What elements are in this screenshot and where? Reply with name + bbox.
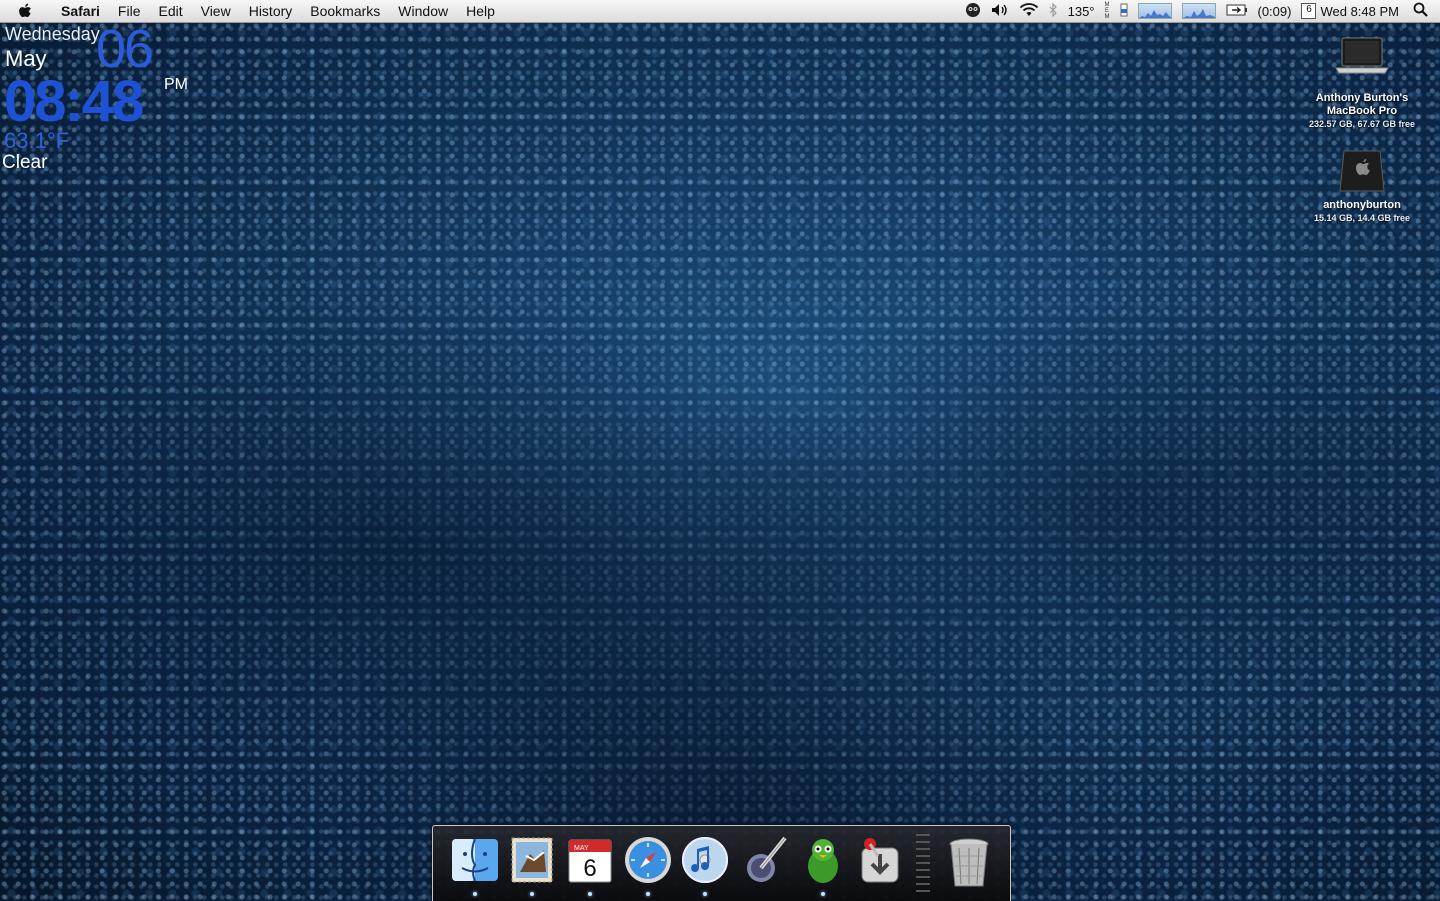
menu-window[interactable]: Window [389, 0, 457, 22]
widget-ampm: PM [164, 76, 188, 93]
dock-item-script-editor[interactable] [739, 834, 791, 890]
dock-item-adium[interactable] [797, 834, 849, 896]
ical-month: MAY [574, 845, 589, 852]
dock-item-safari[interactable] [622, 834, 674, 896]
desktop-icon-disk-info: 232.57 GB, 67.67 GB free [1308, 119, 1416, 129]
owl-icon[interactable] [965, 2, 981, 21]
dock: MAY 6 [432, 825, 1011, 901]
temperature-reading[interactable]: 135° [1068, 4, 1095, 19]
widget-temperature: 63.1°F [4, 128, 70, 153]
running-indicator [473, 892, 477, 896]
itunes-icon [682, 837, 728, 883]
memory-cpu-label-icon: MEM [1104, 2, 1110, 20]
menu-extras: 135° MEM (0:09) 6 Wed 8:48 PM [955, 0, 1440, 22]
dock-item-transmission[interactable] [854, 834, 906, 890]
calendar-mini-icon[interactable]: 6 [1301, 3, 1317, 19]
transmission-icon [861, 838, 899, 883]
menu-bar: Safari File Edit View History Bookmarks … [0, 0, 1440, 23]
menu-view[interactable]: View [192, 0, 240, 22]
bluetooth-icon[interactable] [1049, 2, 1058, 20]
cpu-graph-icon[interactable] [1137, 3, 1172, 19]
desktop-icon-disk-info: 15.14 GB, 14.4 GB free [1313, 213, 1411, 223]
menu-edit[interactable]: Edit [149, 0, 191, 22]
battery-icon[interactable] [1226, 4, 1248, 19]
menu-history[interactable]: History [240, 0, 302, 22]
widget-condition: Clear [2, 152, 48, 173]
dock-item-finder[interactable] [449, 834, 501, 896]
dock-item-ical[interactable]: MAY 6 [564, 834, 616, 896]
wifi-icon[interactable] [1019, 2, 1039, 20]
apple-menu-icon[interactable] [18, 2, 36, 20]
spotlight-search-icon[interactable] [1413, 2, 1428, 20]
hard-drive-icon [1297, 145, 1427, 199]
widget-time: 08:48 [4, 69, 144, 134]
desktop-icon-home-drive[interactable]: anthonyburton 15.14 GB, 14.4 GB free [1297, 145, 1427, 224]
dock-separator[interactable] [916, 834, 930, 892]
dock-item-itunes[interactable] [679, 834, 731, 896]
running-indicator [821, 892, 825, 896]
widget-weekday: Wednesday [5, 24, 100, 44]
desktop-wallpaper [0, 22, 1440, 900]
menu-clock[interactable]: Wed 8:48 PM [1320, 4, 1399, 19]
running-indicator [646, 892, 650, 896]
ical-day: 6 [583, 855, 596, 882]
dock-item-trash[interactable] [943, 834, 995, 890]
menu-help[interactable]: Help [457, 0, 504, 22]
desktop-icon-macbook-pro[interactable]: Anthony Burton's MacBook Pro 232.57 GB, … [1297, 34, 1427, 130]
running-indicator [703, 892, 707, 896]
ical-icon: MAY 6 [568, 839, 612, 883]
battery-time[interactable]: (0:09) [1258, 4, 1292, 19]
laptop-drive-icon [1297, 34, 1427, 92]
mail-icon [511, 837, 553, 883]
memory-meter-icon[interactable] [1120, 3, 1128, 20]
running-indicator [530, 892, 534, 896]
desktop-icon-label: anthonyburton [1323, 199, 1401, 211]
running-indicator [588, 892, 592, 896]
network-graph-icon[interactable] [1181, 3, 1216, 19]
script-editor-icon [747, 836, 787, 882]
trash-icon [949, 838, 989, 887]
adium-icon [808, 839, 838, 883]
dock-item-mail[interactable] [506, 834, 558, 896]
safari-icon [625, 837, 671, 883]
finder-icon [452, 838, 498, 882]
desktop-icon-label: MacBook Pro [1326, 105, 1398, 117]
desktop-icon-label: Anthony Burton's [1315, 92, 1409, 104]
volume-icon[interactable] [991, 3, 1009, 20]
menu-bookmarks[interactable]: Bookmarks [301, 0, 389, 22]
